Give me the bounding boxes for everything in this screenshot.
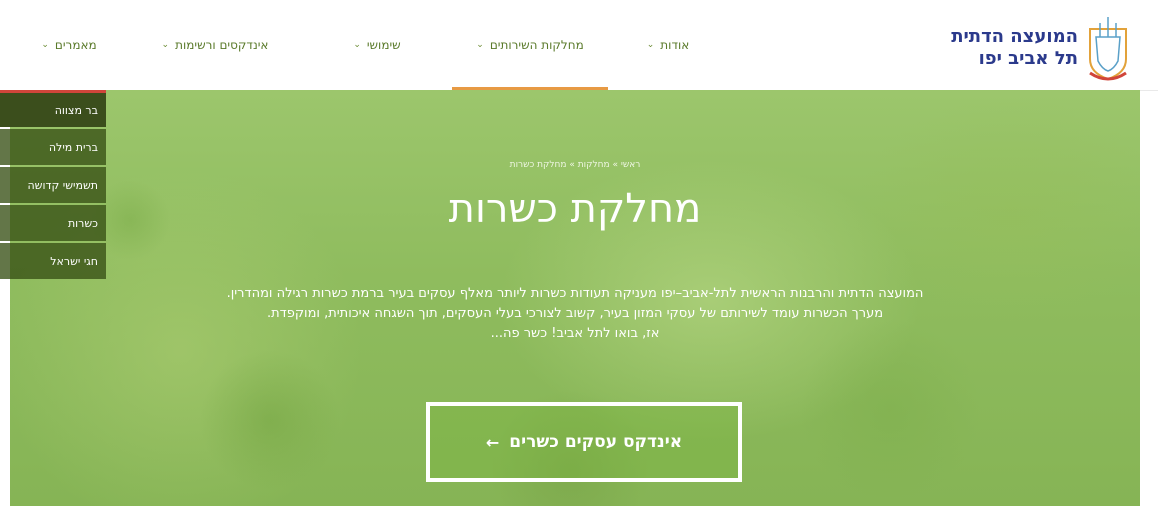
chevron-down-icon: ⌄: [41, 40, 49, 50]
chevron-down-icon: ⌄: [646, 40, 655, 50]
quick-link-kashrut[interactable]: כשרות: [0, 205, 106, 241]
cta-label: אינדקס עסקים כשרים: [509, 432, 683, 452]
shield-emblem-icon: [1089, 17, 1127, 81]
logo-line-1: המועצה הדתית: [951, 26, 1078, 47]
hero-description-line: מערך הכשרות עומד לשירותם של עסקי המזון ב…: [266, 306, 884, 321]
kosher-business-index-button[interactable]: אינדקס עסקים כשרים ←: [426, 402, 742, 482]
site-logo[interactable]: המועצה הדתית תל אביב יפו: [951, 12, 1130, 84]
quick-link-brit-mila[interactable]: ברית מילה: [0, 129, 106, 165]
quick-link-bar-mitzvah[interactable]: בר מצווה: [0, 93, 106, 127]
site-header: המועצה הדתית תל אביב יפו אודות ⌄ מחלקות …: [0, 0, 1158, 91]
nav-item-departments[interactable]: מחלקות השירותים ⌄: [452, 0, 608, 90]
hero-banner: ראשי » מחלקות » מחלקת כשרות מחלקת כשרות …: [10, 90, 1140, 506]
nav-item-label: אינדקסים ורשימות: [175, 38, 269, 52]
quick-link-religious-items[interactable]: תשמישי קדושה: [0, 167, 106, 203]
nav-item-useful[interactable]: שימושי ⌄: [302, 0, 452, 90]
hero-description-line: המועצה הדתית והרבנות הראשית לתל-אביב–יפו…: [226, 286, 924, 301]
quick-links-menu: בר מצווה ברית מילה תשמישי קדושה כשרות חג…: [0, 90, 106, 281]
nav-item-label: אודות: [660, 38, 690, 52]
arrow-left-icon: ←: [485, 432, 500, 452]
nav-item-label: מאמרים: [54, 38, 97, 52]
nav-item-indexes[interactable]: אינדקסים ורשימות ⌄: [128, 0, 302, 90]
logo-line-2: תל אביב יפו: [978, 48, 1078, 69]
nav-item-about[interactable]: אודות ⌄: [608, 0, 728, 90]
breadcrumb[interactable]: ראשי » מחלקות » מחלקת כשרות: [10, 160, 1140, 170]
chevron-down-icon: ⌄: [476, 40, 484, 50]
chevron-down-icon: ⌄: [353, 40, 361, 50]
quick-link-jewish-holidays[interactable]: חגי ישראל: [0, 243, 106, 279]
main-nav: אודות ⌄ מחלקות השירותים ⌄ שימושי ⌄ אינדק…: [10, 0, 728, 90]
nav-item-articles[interactable]: מאמרים ⌄: [10, 0, 128, 90]
hero-description-line: אז, בואו לתל אביב! כשר פה...: [490, 326, 660, 341]
hero-description: המועצה הדתית והרבנות הראשית לתל-אביב–יפו…: [70, 284, 1080, 344]
nav-item-label: שימושי: [366, 38, 401, 52]
page-title: מחלקת כשרות: [448, 186, 702, 232]
logo-text: המועצה הדתית תל אביב יפו: [951, 26, 1078, 70]
nav-item-label: מחלקות השירותים: [489, 38, 584, 52]
chevron-down-icon: ⌄: [161, 40, 170, 50]
